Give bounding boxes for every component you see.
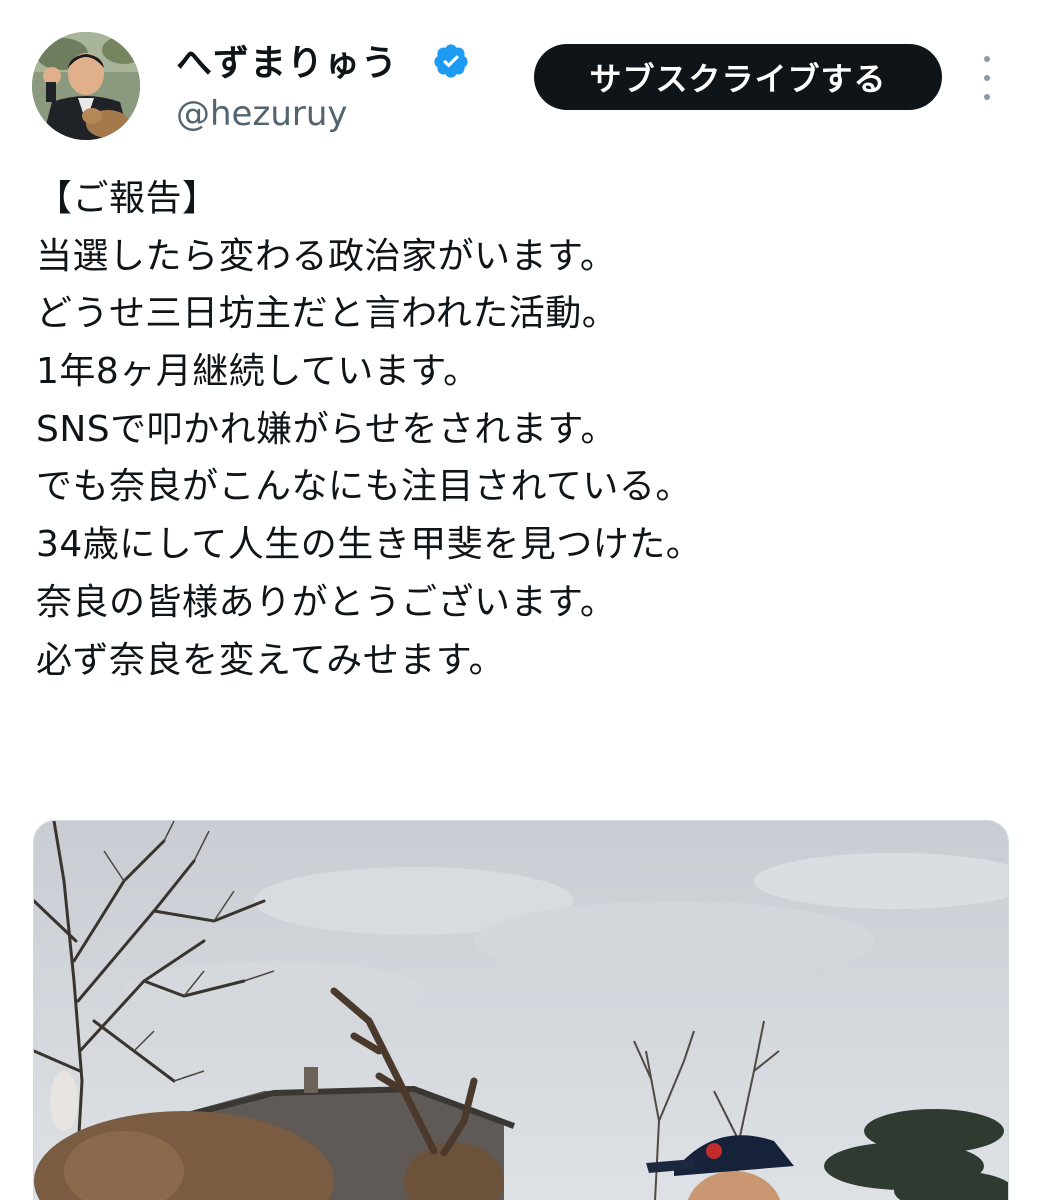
more-dot: [984, 56, 990, 62]
tweet-line: 34歳にして人生の生き甲斐を見つけた。: [36, 524, 703, 566]
avatar-photo: [32, 32, 140, 140]
more-dot: [984, 94, 990, 100]
tweet-line: 当選したら変わる政治家がいます。: [36, 235, 617, 277]
tweet-screenshot: へずまりゅう @hezuruy サブスクライブする 【ご報告】 当選したら変わる…: [0, 0, 1039, 1200]
tweet-line: 奈良の皆様ありがとうございます。: [36, 581, 617, 623]
tweet-line: どうせ三日坊主だと言われた活動。: [36, 293, 619, 335]
verified-badge-icon: [434, 44, 468, 78]
photo-deer-and-man: [34, 821, 1008, 1200]
subscribe-button[interactable]: サブスクライブする: [534, 44, 942, 110]
more-vertical-icon[interactable]: [972, 56, 1002, 100]
tweet-media-photo[interactable]: [33, 820, 1009, 1200]
tweet-text: 【ご報告】 当選したら変わる政治家がいます。 どうせ三日坊主だと言われた活動。 …: [36, 170, 996, 689]
tweet-line: 1年8ヶ月継続しています。: [36, 351, 480, 393]
tweet-line: 必ず奈良を変えてみせます。: [36, 639, 506, 681]
user-handle[interactable]: @hezuruy: [176, 94, 348, 134]
display-name[interactable]: へずまりゅう: [176, 34, 398, 86]
tweet-line: 【ご報告】: [36, 178, 219, 219]
more-dot: [984, 75, 990, 81]
tweet-line: SNSで叩かれ嫌がらせをされます。: [36, 408, 617, 450]
tweet-line: でも奈良がこんなにも注目されている。: [36, 466, 692, 508]
avatar[interactable]: [32, 32, 140, 140]
